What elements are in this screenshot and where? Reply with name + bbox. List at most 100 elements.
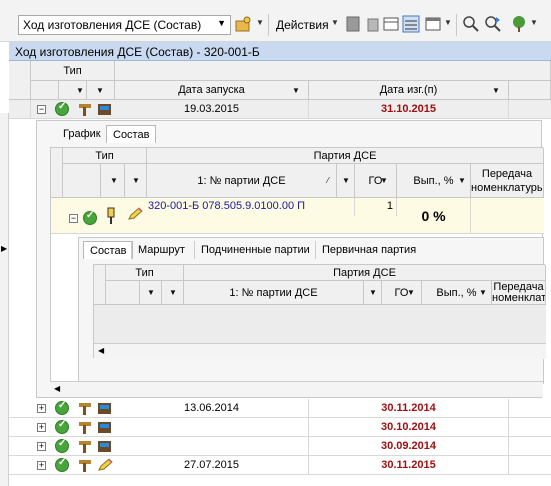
- type-col-1[interactable]: [63, 164, 101, 198]
- table-row[interactable]: + 30.10.2014: [9, 418, 551, 437]
- chevron-down-icon[interactable]: ▼: [331, 18, 339, 27]
- collapse-icon[interactable]: −: [37, 105, 46, 114]
- tab-graph[interactable]: График: [57, 125, 107, 143]
- made-date: 30.09.2014: [309, 437, 509, 455]
- type-col-1[interactable]: [31, 81, 59, 100]
- made-date: 30.10.2014: [309, 418, 509, 436]
- tab-route[interactable]: Маршрут: [131, 241, 191, 259]
- status-ok-icon: [55, 400, 69, 415]
- table-row[interactable]: − 19.03.2015 31.10.2015: [9, 100, 551, 119]
- horizontal-scrollbar[interactable]: ◀: [94, 343, 546, 359]
- chevron-down-icon[interactable]: ▼: [289, 84, 303, 98]
- start-date: 19.03.2015: [115, 100, 309, 118]
- header-blank: [115, 61, 551, 81]
- paste-icon[interactable]: [344, 15, 362, 33]
- columns-icon[interactable]: [382, 15, 400, 33]
- part-icon: [107, 207, 115, 224]
- tab-child-parties[interactable]: Подчиненные партии: [194, 241, 316, 259]
- sub-composition-grid: Тип Партия ДСЕ ▼ ▼ 1: № партии ДСЕ ▼ ГО …: [93, 264, 546, 359]
- tools-icon: [79, 422, 91, 434]
- status-ok-icon: [55, 457, 69, 472]
- start-date: [115, 418, 309, 436]
- tools-icon: [79, 460, 91, 472]
- tab-primary-party[interactable]: Первичная партия: [315, 241, 422, 259]
- document-icon: [98, 403, 111, 414]
- find-next-icon[interactable]: [484, 15, 502, 33]
- collapse-icon[interactable]: −: [69, 214, 78, 223]
- sort-ascending-icon[interactable]: ⁄: [321, 174, 335, 188]
- document-icon: [98, 441, 111, 452]
- header-corner: [94, 265, 106, 305]
- type-group-header: Тип: [31, 61, 115, 81]
- separator: [456, 14, 457, 36]
- chevron-down-icon[interactable]: ▼: [455, 174, 469, 188]
- actions-menu[interactable]: Действия: [276, 18, 329, 32]
- col-party-no[interactable]: 1: № партии ДСЕ: [184, 281, 364, 305]
- status-ok-icon: [55, 438, 69, 453]
- toolbar: Ход изготовления ДСЕ (Состав) ▼ ▼ Действ…: [0, 0, 551, 42]
- chevron-down-icon[interactable]: ▼: [404, 286, 418, 300]
- chevron-down-icon[interactable]: ▼: [129, 174, 143, 188]
- expand-icon[interactable]: +: [37, 423, 46, 432]
- chevron-down-icon[interactable]: ▼: [144, 286, 158, 300]
- tools-icon: [79, 441, 91, 453]
- table-view-icon[interactable]: [402, 15, 420, 33]
- chevron-down-icon[interactable]: ▼: [377, 174, 391, 188]
- header-corner: [9, 61, 31, 100]
- expand-icon[interactable]: +: [37, 404, 46, 413]
- col-transfer[interactable]: Передача номенклатуры: [492, 281, 546, 305]
- expand-icon[interactable]: +: [37, 461, 46, 470]
- made-date: 31.10.2015: [309, 100, 509, 118]
- chevron-down-icon[interactable]: ▼: [256, 18, 264, 27]
- sub-detail-panel: Состав Маршрут Подчиненные партии Первич…: [78, 237, 546, 384]
- chevron-down-icon: ▼: [217, 18, 226, 28]
- status-ok-icon: [83, 210, 97, 225]
- tab-sub-composition[interactable]: Состав: [83, 241, 134, 259]
- chevron-down-icon[interactable]: ▼: [107, 174, 121, 188]
- tab-composition[interactable]: Состав: [106, 125, 157, 143]
- view-select[interactable]: Ход изготовления ДСЕ (Состав) ▼: [18, 15, 231, 35]
- chevron-down-icon[interactable]: ▼: [530, 18, 538, 27]
- window-icon[interactable]: [424, 15, 442, 33]
- table-row[interactable]: + 30.09.2014: [9, 437, 551, 456]
- document-icon: [98, 104, 111, 115]
- chevron-down-icon[interactable]: ▼: [93, 84, 107, 98]
- chevron-down-icon[interactable]: ▼: [366, 286, 380, 300]
- col-made-header[interactable]: Дата изг.(п): [309, 81, 509, 100]
- party-row[interactable]: − 320-001-Б 078.505.9.0100.00 П 1 0 %: [51, 198, 544, 234]
- horizontal-scrollbar[interactable]: ◀: [50, 381, 543, 397]
- table-row[interactable]: + 13.06.2014 30.11.2014: [9, 399, 551, 418]
- party-number: 320-001-Б 078.505.9.0100.00 П: [147, 198, 355, 216]
- type-col-1[interactable]: [106, 281, 140, 305]
- page-title: Ход изготовления ДСЕ (Состав) - 320-001-…: [9, 42, 551, 61]
- party-group-header: Партия ДСЕ: [184, 265, 546, 281]
- go-value: 1: [355, 198, 397, 216]
- status-ok-icon: [55, 101, 69, 116]
- search-icon[interactable]: [462, 15, 480, 33]
- app-window: Ход изготовления ДСЕ (Состав) ▼ ▼ Действ…: [0, 0, 551, 486]
- start-date: [115, 437, 309, 455]
- document-icon: [98, 422, 111, 433]
- col-start-header[interactable]: Дата запуска: [115, 81, 309, 100]
- tools-icon: [79, 403, 91, 415]
- clipboard-icon[interactable]: [364, 15, 382, 33]
- table-row[interactable]: + 27.07.2015 30.11.2015: [9, 456, 551, 475]
- made-date: 30.11.2015: [309, 456, 509, 474]
- chevron-down-icon[interactable]: ▼: [339, 174, 353, 188]
- chevron-down-icon[interactable]: ▼: [489, 84, 503, 98]
- chevron-down-icon[interactable]: ▼: [476, 286, 490, 300]
- tree-icon[interactable]: [510, 15, 528, 33]
- scroll-left-icon[interactable]: ◀: [54, 384, 60, 393]
- key-folder-icon[interactable]: [235, 15, 253, 33]
- done-percent: 0 %: [397, 198, 471, 234]
- expand-icon[interactable]: +: [37, 442, 46, 451]
- chevron-down-icon[interactable]: ▼: [444, 18, 452, 27]
- chevron-down-icon[interactable]: ▼: [73, 84, 87, 98]
- start-date: 27.07.2015: [115, 456, 309, 474]
- made-date: 30.11.2014: [309, 399, 509, 417]
- scroll-left-icon[interactable]: ◀: [98, 346, 104, 355]
- col-transfer[interactable]: Передача номенклатуры: [471, 164, 544, 198]
- chevron-down-icon[interactable]: ▼: [166, 286, 180, 300]
- type-group-header: Тип: [63, 148, 147, 164]
- col-party-no[interactable]: 1: № партии ДСЕ: [147, 164, 337, 198]
